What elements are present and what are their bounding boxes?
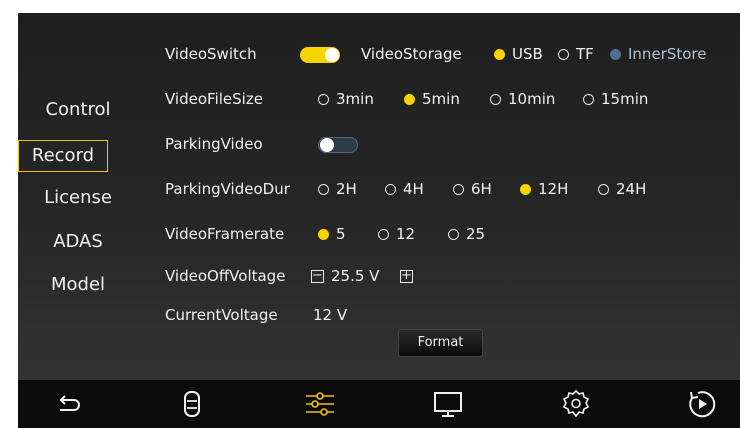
parking-dur-option-4h[interactable]: 4H <box>385 180 424 198</box>
radio-icon <box>558 48 569 60</box>
video-file-size-label: VideoFileSize <box>165 90 263 108</box>
video-off-voltage-value: 25.5 V <box>331 267 380 285</box>
voltage-decrease-button[interactable]: − <box>311 269 324 283</box>
storage-option-tf[interactable]: TF <box>558 45 594 63</box>
sidebar-item-model[interactable]: Model <box>28 270 128 300</box>
video-off-voltage-label: VideoOffVoltage <box>165 267 286 285</box>
framerate-option-25[interactable]: 25 <box>448 225 485 243</box>
video-switch-toggle[interactable] <box>300 47 340 63</box>
radio-icon <box>385 183 396 195</box>
storage-option-innerstore: InnerStore <box>610 45 706 63</box>
bottom-nav-bar <box>18 380 740 428</box>
radio-icon <box>318 93 329 105</box>
sidebar-item-license[interactable]: License <box>28 183 128 213</box>
radio-icon <box>598 183 609 195</box>
toggle-knob <box>320 138 334 152</box>
video-framerate-label: VideoFramerate <box>165 225 285 243</box>
storage-option-usb[interactable]: USB <box>494 45 543 63</box>
radio-icon <box>494 48 505 60</box>
sliders-icon[interactable] <box>304 388 336 420</box>
framerate-option-12[interactable]: 12 <box>378 225 415 243</box>
radio-icon <box>318 183 329 195</box>
file-size-option-10min[interactable]: 10min <box>490 90 555 108</box>
sidebar-item-control[interactable]: Control <box>28 95 128 125</box>
radio-icon <box>448 228 459 240</box>
parking-video-label: ParkingVideo <box>165 135 263 153</box>
toggle-knob <box>325 48 339 62</box>
file-size-option-15min[interactable]: 15min <box>583 90 648 108</box>
video-switch-label: VideoSwitch <box>165 45 257 63</box>
file-size-option-3min[interactable]: 3min <box>318 90 374 108</box>
radio-icon <box>520 183 531 195</box>
video-storage-label: VideoStorage <box>361 45 462 63</box>
monitor-icon[interactable] <box>432 388 464 420</box>
parking-video-toggle[interactable] <box>318 137 358 153</box>
radio-icon <box>318 228 329 240</box>
parking-dur-option-12h[interactable]: 12H <box>520 180 568 198</box>
sidebar-item-record[interactable]: Record <box>18 140 108 172</box>
radio-icon <box>583 93 594 105</box>
parking-dur-option-24h[interactable]: 24H <box>598 180 646 198</box>
parking-video-dur-label: ParkingVideoDur <box>165 180 290 198</box>
settings-panel: Control Record License ADAS Model VideoS… <box>18 13 740 380</box>
voltage-increase-button[interactable]: + <box>400 269 413 283</box>
current-voltage-value: 12 V <box>313 306 348 324</box>
parking-dur-option-6h[interactable]: 6H <box>453 180 492 198</box>
file-size-option-5min[interactable]: 5min <box>404 90 460 108</box>
radio-icon <box>404 93 415 105</box>
radio-icon <box>610 48 621 60</box>
radio-icon <box>453 183 464 195</box>
sidebar-item-adas[interactable]: ADAS <box>28 227 128 257</box>
car-icon[interactable] <box>176 388 208 420</box>
radio-icon <box>490 93 501 105</box>
radio-icon <box>378 228 389 240</box>
current-voltage-label: CurrentVoltage <box>165 306 278 324</box>
gear-icon[interactable] <box>560 388 592 420</box>
back-icon[interactable] <box>52 388 84 420</box>
parking-dur-option-2h[interactable]: 2H <box>318 180 357 198</box>
play-icon[interactable] <box>686 388 718 420</box>
screen: Control Record License ADAS Model VideoS… <box>0 0 755 428</box>
format-button[interactable]: Format <box>398 329 483 357</box>
framerate-option-5[interactable]: 5 <box>318 225 346 243</box>
